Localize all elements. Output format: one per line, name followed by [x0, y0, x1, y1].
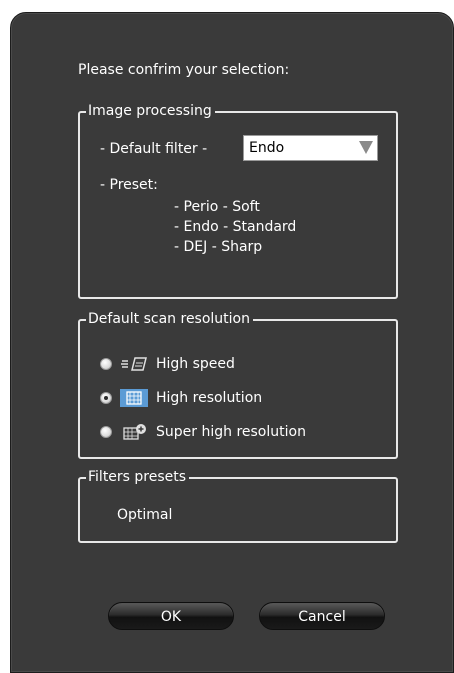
image-processing-group: Image processing - Default filter - Endo… [78, 102, 398, 299]
scan-resolution-title: Default scan resolution [86, 310, 253, 328]
filters-presets-value: Optimal [117, 507, 173, 523]
dropdown-arrow-icon[interactable] [359, 141, 373, 154]
default-filter-value: Endo [249, 140, 285, 156]
default-filter-label: - Default filter - [100, 141, 208, 157]
image-processing-title: Image processing [86, 102, 215, 120]
filters-presets-group: Filters presets Optimal [78, 468, 398, 543]
resolution-option-high-resolution[interactable]: High resolution [80, 387, 396, 409]
scan-resolution-group: Default scan resolution High speed High … [78, 310, 398, 459]
preset-item-endo: - Endo - Standard [174, 219, 297, 235]
super-high-resolution-icon [120, 423, 148, 441]
resolution-label-super-high-resolution: Super high resolution [156, 424, 306, 440]
high-resolution-icon [120, 389, 148, 407]
radio-high-speed[interactable] [100, 358, 112, 370]
filters-presets-title: Filters presets [86, 468, 190, 486]
high-speed-icon [120, 355, 148, 373]
prompt-text: Please confrim your selection: [78, 62, 290, 78]
resolution-label-high-speed: High speed [156, 356, 235, 372]
preset-label: - Preset: [100, 177, 158, 193]
preset-item-perio: - Perio - Soft [174, 199, 260, 215]
ok-button[interactable]: OK [108, 602, 234, 630]
radio-high-resolution[interactable] [100, 392, 112, 404]
default-filter-select[interactable]: Endo [243, 135, 378, 161]
resolution-label-high-resolution: High resolution [156, 390, 263, 406]
confirm-selection-dialog: Please confrim your selection: Image pro… [10, 12, 454, 673]
radio-super-high-resolution[interactable] [100, 426, 112, 438]
resolution-option-super-high-resolution[interactable]: Super high resolution [80, 421, 396, 443]
resolution-option-high-speed[interactable]: High speed [80, 353, 396, 375]
preset-item-dej: - DEJ - Sharp [174, 239, 263, 255]
cancel-button[interactable]: Cancel [259, 602, 385, 630]
